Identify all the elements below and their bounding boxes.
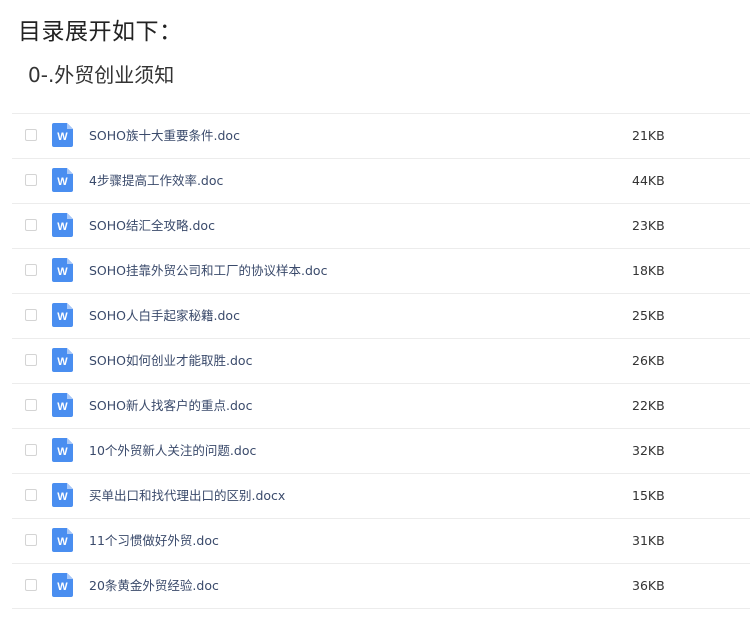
file-checkbox[interactable] <box>25 534 37 546</box>
word-icon-letter: W <box>57 131 68 143</box>
file-size: 44KB <box>632 173 665 188</box>
file-name[interactable]: 买单出口和找代理出口的区别.docx <box>89 474 285 518</box>
file-row[interactable]: W 11个习惯做好外贸.doc 31KB <box>12 519 750 564</box>
file-name[interactable]: SOHO挂靠外贸公司和工厂的协议样本.doc <box>89 249 327 293</box>
file-name[interactable]: 4步骤提高工作效率.doc <box>89 159 223 203</box>
word-doc-icon: W <box>52 393 73 417</box>
word-icon-letter: W <box>57 266 68 278</box>
file-name[interactable]: 20条黄金外贸经验.doc <box>89 564 219 608</box>
file-listing-page: 目录展开如下： 0-.外贸创业须知 W SOHO族十大重要条件.doc 21KB W 4… <box>0 0 750 642</box>
word-icon-letter: W <box>57 311 68 323</box>
file-name[interactable]: SOHO如何创业才能取胜.doc <box>89 339 252 383</box>
word-doc-icon: W <box>52 258 73 282</box>
word-doc-icon: W <box>52 348 73 372</box>
word-icon-letter: W <box>57 581 68 593</box>
file-row[interactable]: W SOHO新人找客户的重点.doc 22KB <box>12 384 750 429</box>
word-icon-letter: W <box>57 491 68 503</box>
word-icon-letter: W <box>57 446 68 458</box>
word-icon-letter: W <box>57 176 68 188</box>
file-name[interactable]: SOHO结汇全攻略.doc <box>89 204 215 248</box>
file-list: W SOHO族十大重要条件.doc 21KB W 4步骤提高工作效率.doc 44KB W S… <box>12 113 750 609</box>
file-size: 25KB <box>632 308 665 323</box>
file-size: 23KB <box>632 218 665 233</box>
file-size: 32KB <box>632 443 665 458</box>
file-checkbox[interactable] <box>25 174 37 186</box>
file-row[interactable]: W SOHO如何创业才能取胜.doc 26KB <box>12 339 750 384</box>
file-size: 36KB <box>632 578 665 593</box>
word-doc-icon: W <box>52 438 73 462</box>
file-row[interactable]: W 20条黄金外贸经验.doc 36KB <box>12 564 750 609</box>
word-doc-icon: W <box>52 168 73 192</box>
file-name[interactable]: SOHO族十大重要条件.doc <box>89 114 240 158</box>
file-checkbox[interactable] <box>25 309 37 321</box>
word-doc-icon: W <box>52 123 73 147</box>
file-checkbox[interactable] <box>25 489 37 501</box>
file-row[interactable]: W SOHO结汇全攻略.doc 23KB <box>12 204 750 249</box>
file-name[interactable]: SOHO新人找客户的重点.doc <box>89 384 252 428</box>
word-doc-icon: W <box>52 573 73 597</box>
word-icon-letter: W <box>57 356 68 368</box>
file-checkbox[interactable] <box>25 579 37 591</box>
file-checkbox[interactable] <box>25 399 37 411</box>
word-icon-letter: W <box>57 221 68 233</box>
word-doc-icon: W <box>52 528 73 552</box>
file-row[interactable]: W 10个外贸新人关注的问题.doc 32KB <box>12 429 750 474</box>
page-title: 目录展开如下： <box>18 19 183 45</box>
file-checkbox[interactable] <box>25 219 37 231</box>
file-name[interactable]: 11个习惯做好外贸.doc <box>89 519 219 563</box>
file-size: 26KB <box>632 353 665 368</box>
file-row[interactable]: W SOHO族十大重要条件.doc 21KB <box>12 114 750 159</box>
file-row[interactable]: W SOHO人白手起家秘籍.doc 25KB <box>12 294 750 339</box>
file-row[interactable]: W 买单出口和找代理出口的区别.docx 15KB <box>12 474 750 519</box>
file-size: 31KB <box>632 533 665 548</box>
file-name[interactable]: 10个外贸新人关注的问题.doc <box>89 429 256 473</box>
word-icon-letter: W <box>57 536 68 548</box>
file-checkbox[interactable] <box>25 264 37 276</box>
word-doc-icon: W <box>52 303 73 327</box>
file-name[interactable]: SOHO人白手起家秘籍.doc <box>89 294 240 338</box>
word-doc-icon: W <box>52 213 73 237</box>
file-size: 15KB <box>632 488 665 503</box>
file-row[interactable]: W SOHO挂靠外贸公司和工厂的协议样本.doc 18KB <box>12 249 750 294</box>
file-size: 21KB <box>632 128 665 143</box>
section-title: 0-.外贸创业须知 <box>28 63 175 87</box>
word-doc-icon: W <box>52 483 73 507</box>
file-size: 22KB <box>632 398 665 413</box>
file-row[interactable]: W 4步骤提高工作效率.doc 44KB <box>12 159 750 204</box>
file-checkbox[interactable] <box>25 354 37 366</box>
file-checkbox[interactable] <box>25 129 37 141</box>
word-icon-letter: W <box>57 401 68 413</box>
file-size: 18KB <box>632 263 665 278</box>
file-checkbox[interactable] <box>25 444 37 456</box>
